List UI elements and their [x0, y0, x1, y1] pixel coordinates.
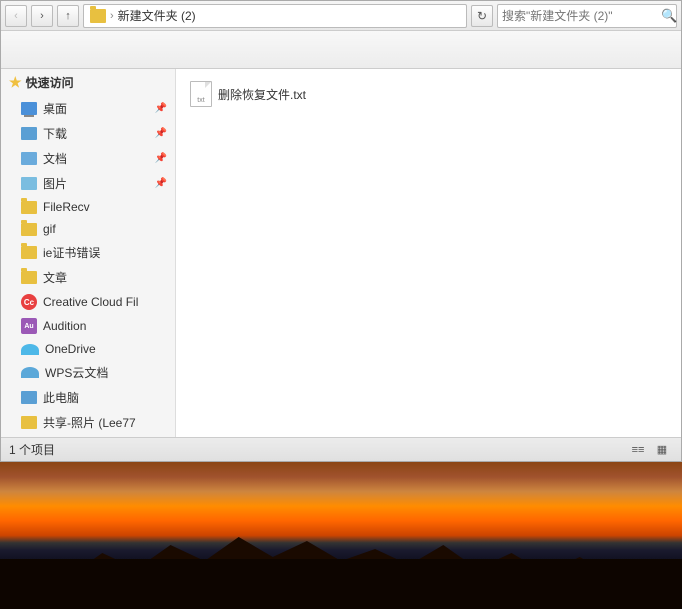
sidebar: ★ 快速访问 桌面 📌 下载 📌 文档 📌	[1, 69, 176, 437]
address-path: 新建文件夹 (2)	[118, 7, 196, 24]
status-bar: 1 个项目 ≡≡ ▦	[1, 437, 681, 461]
pin-icon: 📌	[155, 128, 167, 139]
sidebar-item-label: gif	[43, 222, 56, 236]
sidebar-item-ie-cert[interactable]: ie证书错误	[1, 240, 175, 265]
address-bar[interactable]: › 新建文件夹 (2)	[83, 4, 467, 28]
sidebar-item-filerecv[interactable]: FileRecv	[1, 196, 175, 218]
sidebar-item-label: Audition	[43, 319, 86, 333]
refresh-button[interactable]: ↻	[471, 5, 493, 27]
txt-file-icon	[190, 81, 212, 107]
creative-cloud-icon: Cc	[21, 294, 37, 310]
sidebar-item-audition[interactable]: Au Audition	[1, 314, 175, 338]
search-icon[interactable]: 🔍	[661, 7, 677, 25]
share-icon	[21, 416, 37, 429]
sidebar-item-label: 桌面	[43, 100, 67, 117]
address-folder-icon	[90, 9, 106, 23]
sidebar-item-label: 下载	[43, 125, 67, 142]
star-icon: ★	[9, 74, 22, 91]
wps-icon	[21, 367, 39, 378]
sidebar-item-this-pc[interactable]: 此电脑	[1, 385, 175, 410]
sidebar-item-wps-cloud[interactable]: WPS云文档	[1, 360, 175, 385]
sidebar-item-label: 共享-照片 (Lee77	[43, 414, 136, 431]
file-name: 删除恢复文件.txt	[218, 86, 306, 103]
sidebar-item-label: ie证书错误	[43, 244, 100, 261]
back-button[interactable]: ‹	[5, 5, 27, 27]
up-button[interactable]: ↑	[57, 5, 79, 27]
tiles-view-button[interactable]: ▦	[651, 441, 673, 459]
quick-access-header: ★ 快速访问	[1, 69, 175, 96]
folder-icon	[21, 271, 37, 284]
list-item[interactable]: 删除恢复文件.txt	[184, 77, 364, 111]
folder-icon	[21, 246, 37, 259]
onedrive-icon	[21, 344, 39, 355]
sidebar-item-label: 文档	[43, 150, 67, 167]
sidebar-item-gif[interactable]: gif	[1, 218, 175, 240]
sidebar-item-label: 文章	[43, 269, 67, 286]
sidebar-item-article[interactable]: 文章	[1, 265, 175, 290]
sidebar-item-label: Creative Cloud Fil	[43, 295, 138, 309]
desktop-wallpaper	[0, 462, 682, 609]
sidebar-item-label: 此电脑	[43, 389, 79, 406]
sidebar-item-label: OneDrive	[45, 342, 96, 356]
address-bar-area: › 新建文件夹 (2) ↻	[83, 4, 493, 28]
sidebar-item-creative-cloud[interactable]: Cc Creative Cloud Fil	[1, 290, 175, 314]
view-icons: ≡≡ ▦	[627, 441, 673, 459]
pictures-icon	[21, 177, 37, 190]
folder-icon	[21, 201, 37, 214]
pin-icon: 📌	[155, 178, 167, 189]
sidebar-item-label: 图片	[43, 175, 67, 192]
desktop-icon	[21, 102, 37, 115]
sidebar-item-desktop[interactable]: 桌面 📌	[1, 96, 175, 121]
search-bar[interactable]: 🔍	[497, 4, 677, 28]
file-explorer-window: ‹ › ↑ › 新建文件夹 (2) ↻ 🔍 ★ 快速访问	[0, 0, 682, 462]
address-separator: ›	[110, 10, 114, 22]
search-input[interactable]	[502, 9, 657, 23]
docs-icon	[21, 152, 37, 165]
folder-icon	[21, 223, 37, 236]
sidebar-item-label: FileRecv	[43, 200, 90, 214]
download-icon	[21, 127, 37, 140]
forward-button[interactable]: ›	[31, 5, 53, 27]
pin-icon: 📌	[155, 103, 167, 114]
sidebar-item-documents[interactable]: 文档 📌	[1, 146, 175, 171]
sidebar-item-downloads[interactable]: 下载 📌	[1, 121, 175, 146]
sidebar-item-share-photos[interactable]: 共享-照片 (Lee77	[1, 410, 175, 435]
main-area: ★ 快速访问 桌面 📌 下载 📌 文档 📌	[1, 69, 681, 437]
item-count: 1 个项目	[9, 441, 55, 458]
details-view-button[interactable]: ≡≡	[627, 441, 649, 459]
toolbar	[1, 31, 681, 69]
sidebar-item-label: WPS云文档	[45, 364, 108, 381]
computer-icon	[21, 391, 37, 404]
pin-icon: 📌	[155, 153, 167, 164]
titlebar: ‹ › ↑ › 新建文件夹 (2) ↻ 🔍	[1, 1, 681, 31]
content-area: 删除恢复文件.txt	[176, 69, 681, 437]
sidebar-item-pictures[interactable]: 图片 📌	[1, 171, 175, 196]
quick-access-label: 快速访问	[26, 74, 74, 91]
audition-icon: Au	[21, 318, 37, 334]
sidebar-item-onedrive[interactable]: OneDrive	[1, 338, 175, 360]
